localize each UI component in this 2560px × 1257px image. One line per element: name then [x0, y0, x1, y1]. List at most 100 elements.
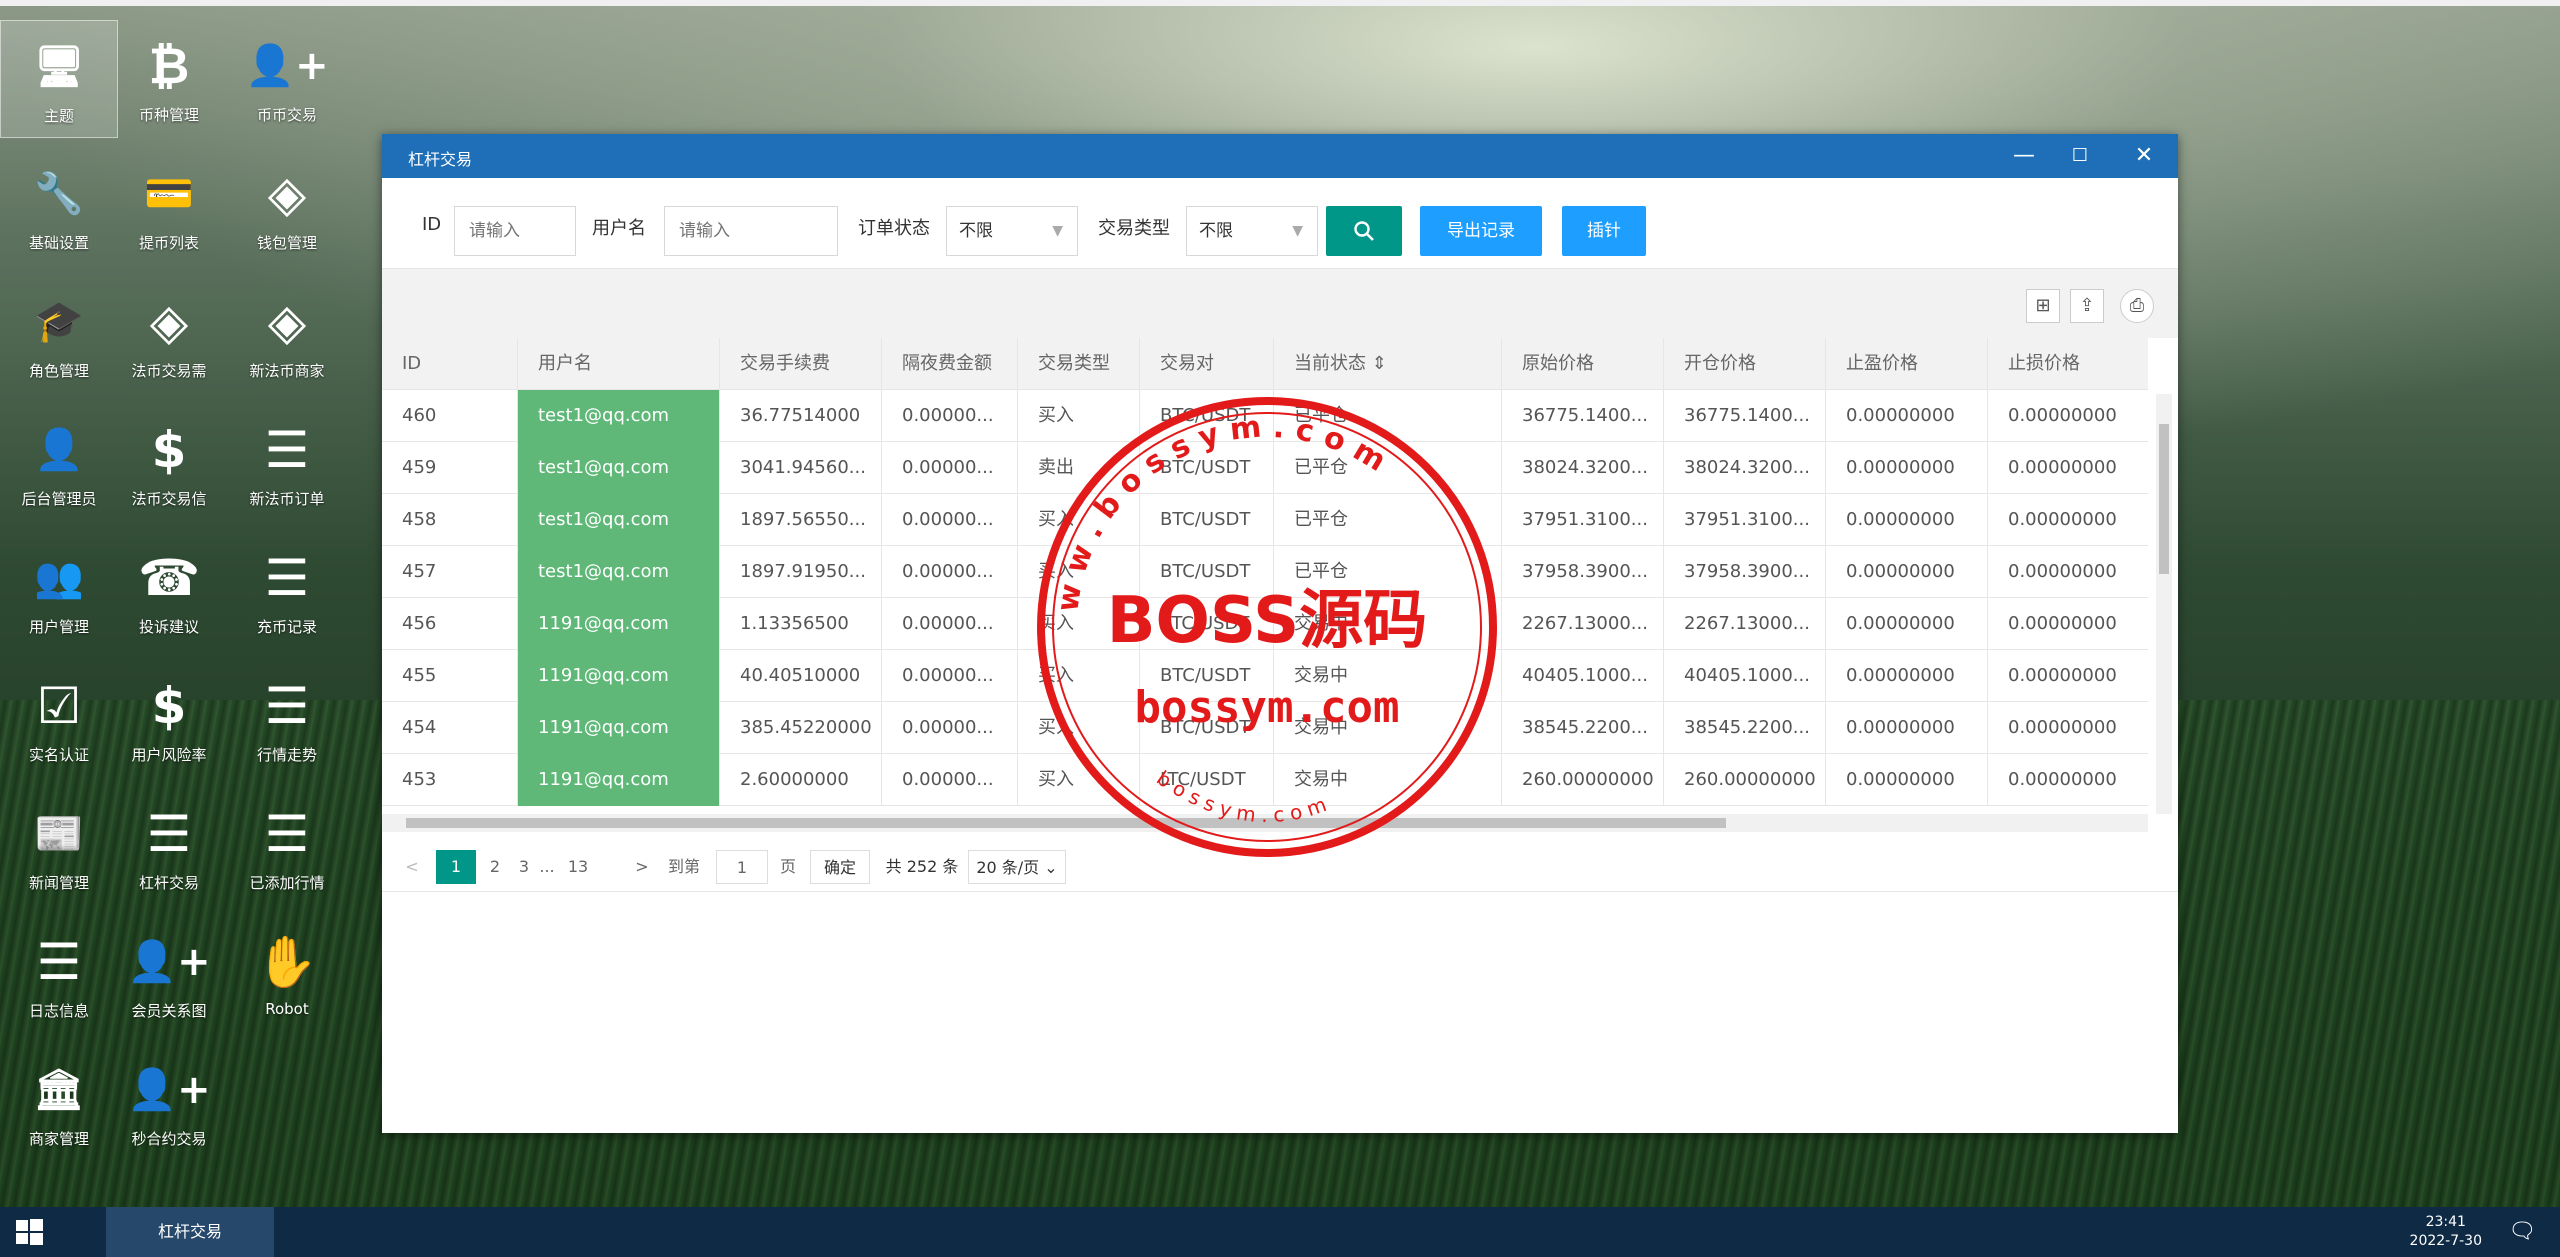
desktop-icon-fiat-trade-demand[interactable]: ◈ 法币交易需 [110, 276, 228, 394]
goto-label: 到第 [667, 857, 700, 876]
header-status[interactable]: 当前状态 ⇕ [1274, 338, 1502, 390]
desktop-icon-news-manage[interactable]: 📰 新闻管理 [0, 788, 118, 906]
prev-page-button[interactable]: < [400, 850, 424, 884]
desktop-icon-added-market[interactable]: ☰ 已添加行情 [228, 788, 346, 906]
table-row[interactable]: 456 1191@qq.com 1.13356500 0.00000... 买入 ETC/… [382, 598, 2148, 650]
desktop-icon-real-name-auth[interactable]: ☑ 实名认证 [0, 660, 118, 778]
table-header-row: ID 用户名 交易手续费 隔夜费金额 交易类型 交易对 当前状态 ⇕ 原始价格 开仓价格 止盈价格… [382, 338, 2148, 390]
desktop-icon-label: 会员关系图 [131, 1002, 207, 1020]
cell-take-profit: 0.00000000 [1826, 390, 1988, 442]
cell-overnight-fee: 0.00000... [882, 494, 1018, 546]
cell-pair: BTC/USDT [1140, 702, 1274, 754]
cell-open-price: 260.00000000 [1664, 754, 1826, 806]
user-manage-icon: 👥 [34, 555, 84, 601]
desktop-icon-user-manage[interactable]: 👥 用户管理 [0, 532, 118, 650]
next-page-button[interactable]: > [632, 850, 652, 884]
cell-id: 460 [382, 390, 518, 442]
desktop-icon-wallet-manage[interactable]: ◈ 钱包管理 [228, 148, 346, 266]
minimize-button[interactable]: — [2006, 140, 2042, 172]
cell-open-price: 2267.13000... [1664, 598, 1826, 650]
print-icon[interactable]: ⎙ [2120, 289, 2154, 323]
cell-status: 交易中 [1274, 650, 1502, 702]
goto-page-input[interactable]: 1 [716, 850, 768, 884]
desktop-icon-coin-trade[interactable]: 👤+ 币币交易 [228, 20, 346, 138]
cell-username: test1@qq.com [518, 494, 720, 546]
desktop-icon-complaint[interactable]: ☎ 投诉建议 [110, 532, 228, 650]
table-row[interactable]: 459 test1@qq.com 3041.94560... 0.00000... 卖出… [382, 442, 2148, 494]
top-strip [0, 0, 2560, 6]
cell-pair: LTC/USDT [1140, 754, 1274, 806]
desktop-icon-user-risk-rate[interactable]: $ 用户风险率 [110, 660, 228, 778]
cell-original-price: 36775.1400... [1502, 390, 1664, 442]
order-status-value: 不限 [959, 221, 993, 241]
per-page-select[interactable]: 20 条/页 ⌄ [968, 850, 1066, 884]
page-1-button[interactable]: 1 [436, 850, 476, 884]
search-button[interactable] [1326, 206, 1402, 256]
table-row[interactable]: 454 1191@qq.com 385.45220000 0.00000... 买入 BT… [382, 702, 2148, 754]
trade-type-select[interactable]: 不限 ▼ [1186, 206, 1318, 256]
taskbar-item-leverage[interactable]: 杠杆交易 [106, 1207, 274, 1257]
desktop-icon-leverage-trade[interactable]: ☰ 杠杆交易 [110, 788, 228, 906]
desktop-icon-log-info[interactable]: ☰ 日志信息 [0, 916, 118, 1034]
columns-icon[interactable]: ⊞ [2026, 289, 2060, 323]
table-row[interactable]: 460 test1@qq.com 36.77514000 0.00000... 买入 BT… [382, 390, 2148, 442]
order-status-select[interactable]: 不限 ▼ [946, 206, 1078, 256]
desktop-icon-second-contract-trade[interactable]: 👤+ 秒合约交易 [110, 1044, 228, 1162]
desktop-icon-withdraw-list[interactable]: 💳 提币列表 [110, 148, 228, 266]
data-table: ID 用户名 交易手续费 隔夜费金额 交易类型 交易对 当前状态 ⇕ 原始价格 开仓价格 止盈价格… [382, 338, 2148, 814]
page-3-button[interactable]: 3 [512, 850, 536, 884]
cell-id: 457 [382, 546, 518, 598]
theme-icon: 🖥 [33, 44, 85, 90]
desktop-icon-theme[interactable]: 🖥 主题 [0, 20, 118, 138]
header-take-profit: 止盈价格 [1826, 338, 1988, 390]
windows-start-icon[interactable] [14, 1217, 44, 1247]
cell-fee: 36.77514000 [720, 390, 882, 442]
desktop-icon-deposit-record[interactable]: ☰ 充币记录 [228, 532, 346, 650]
log-info-icon: ☰ [36, 933, 82, 991]
maximize-button[interactable]: ☐ [2062, 140, 2098, 172]
taskbar-clock[interactable]: 23:41 2022-7-30 [2410, 1213, 2482, 1251]
cell-stop-loss: 0.00000000 [1988, 754, 2148, 806]
page-13-button[interactable]: 13 [562, 850, 594, 884]
desktop-icon-role-manage[interactable]: 🎓 角色管理 [0, 276, 118, 394]
deposit-record-icon: ☰ [264, 549, 310, 607]
pin-button[interactable]: 插针 [1562, 206, 1646, 256]
cell-open-price: 38024.3200... [1664, 442, 1826, 494]
horizontal-scrollbar[interactable] [382, 814, 2148, 832]
table-row[interactable]: 458 test1@qq.com 1897.56550... 0.00000... 买入… [382, 494, 2148, 546]
desktop-icon-fiat-trade-info[interactable]: $ 法币交易信 [110, 404, 228, 522]
table-row[interactable]: 457 test1@qq.com 1897.91950... 0.00000... 买入… [382, 546, 2148, 598]
cell-pair: BTC/USDT [1140, 650, 1274, 702]
notification-icon[interactable]: 🗨 [2508, 1219, 2536, 1244]
cell-id: 453 [382, 754, 518, 806]
desktop-icon-label: 角色管理 [28, 362, 89, 380]
clock-date: 2022-7-30 [2409, 1233, 2482, 1249]
desktop-icon-new-fiat-order[interactable]: ☰ 新法币订单 [228, 404, 346, 522]
close-button[interactable]: ✕ [2126, 140, 2162, 172]
vertical-scrollbar[interactable] [2156, 394, 2172, 814]
goto-confirm-button[interactable]: 确定 [810, 850, 870, 884]
desktop-icon-basic-settings[interactable]: 🔧 基础设置 [0, 148, 118, 266]
username-input[interactable] [664, 206, 838, 256]
desktop-icon-admin-manage[interactable]: 👤 后台管理员 [0, 404, 118, 522]
desktop-icon-merchant-manage[interactable]: 🏛 商家管理 [0, 1044, 118, 1162]
user-risk-rate-icon: $ [151, 677, 187, 735]
desktop-icon-market-trend[interactable]: ☰ 行情走势 [228, 660, 346, 778]
cell-open-price: 37958.3900... [1664, 546, 1826, 598]
desktop-icon-robot[interactable]: ✋ Robot [228, 916, 346, 1034]
cell-id: 455 [382, 650, 518, 702]
leverage-trade-window: 杠杆交易 — ☐ ✕ ID 用户名 订单状态 不限 ▼ 交易类型 不限 ▼ 导出… [382, 134, 2178, 1133]
cell-stop-loss: 0.00000000 [1988, 702, 2148, 754]
table-row[interactable]: 455 1191@qq.com 40.40510000 0.00000... 买入 BTC… [382, 650, 2148, 702]
desktop-icon-currency-manage[interactable]: ₿ 币种管理 [110, 20, 228, 138]
table-row[interactable]: 453 1191@qq.com 2.60000000 0.00000... 买入 LTC/… [382, 754, 2148, 806]
desktop-icon-label: 商家管理 [28, 1130, 89, 1148]
id-input[interactable] [454, 206, 576, 256]
cell-take-profit: 0.00000000 [1826, 598, 1988, 650]
desktop-icon-member-tree[interactable]: 👤+ 会员关系图 [110, 916, 228, 1034]
export-icon[interactable]: ⇪ [2070, 289, 2104, 323]
window-titlebar[interactable]: 杠杆交易 — ☐ ✕ [382, 134, 2178, 178]
export-button[interactable]: 导出记录 [1420, 206, 1542, 256]
desktop-icon-new-fiat-merchant[interactable]: ◈ 新法币商家 [228, 276, 346, 394]
page-2-button[interactable]: 2 [482, 850, 508, 884]
